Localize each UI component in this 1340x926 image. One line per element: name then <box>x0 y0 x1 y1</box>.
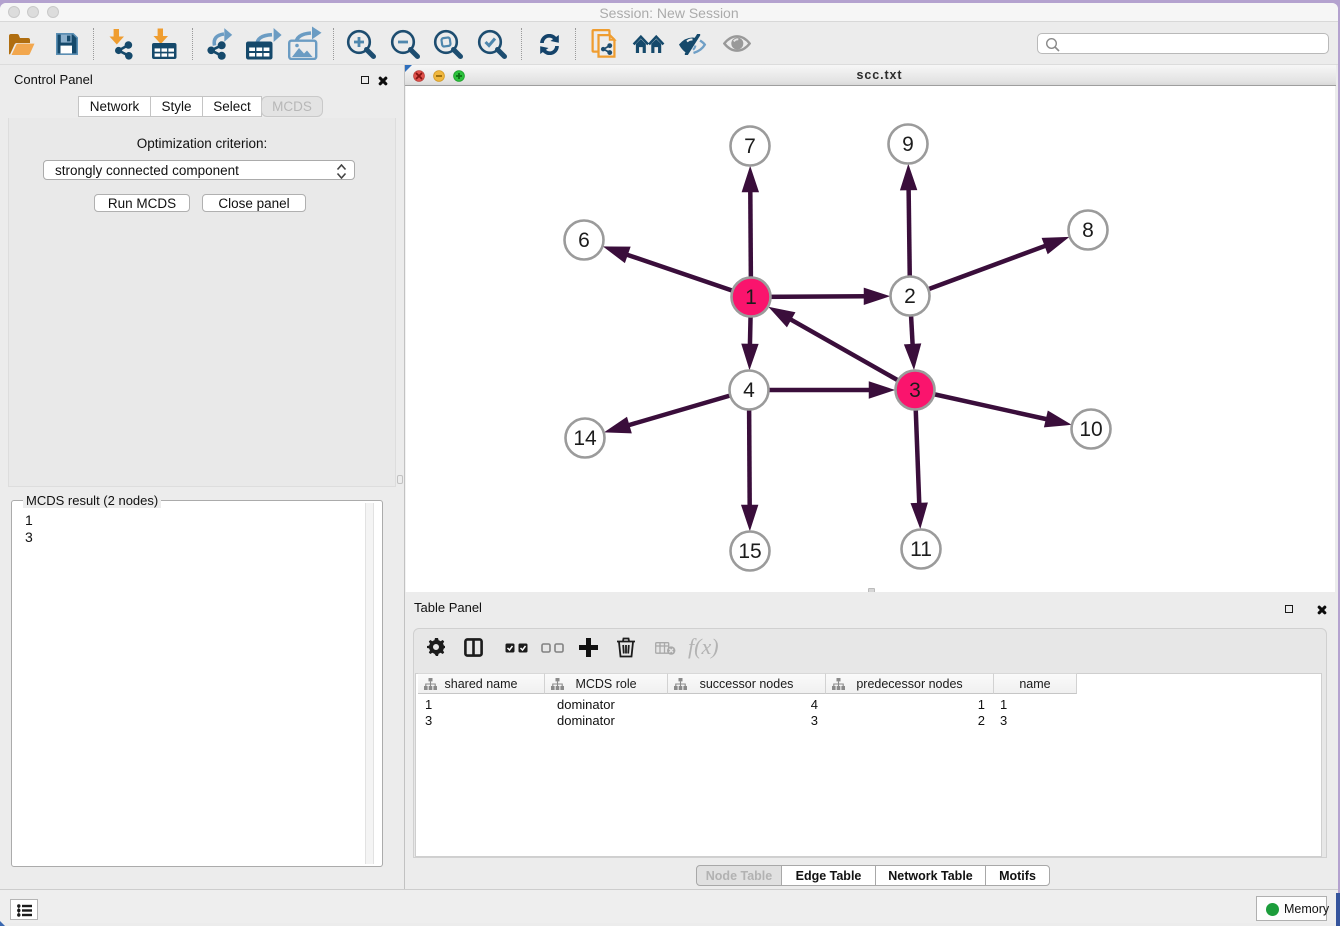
svg-text:3: 3 <box>909 379 921 402</box>
svg-text:4: 4 <box>743 379 755 402</box>
svg-text:9: 9 <box>902 133 914 156</box>
svg-text:1: 1 <box>745 286 757 309</box>
svg-text:11: 11 <box>910 538 932 561</box>
svg-text:6: 6 <box>578 229 590 252</box>
svg-text:10: 10 <box>1079 418 1102 441</box>
svg-text:8: 8 <box>1082 219 1094 242</box>
svg-text:14: 14 <box>573 427 597 450</box>
svg-text:2: 2 <box>904 285 916 308</box>
svg-text:15: 15 <box>738 540 761 563</box>
svg-text:7: 7 <box>744 135 756 158</box>
